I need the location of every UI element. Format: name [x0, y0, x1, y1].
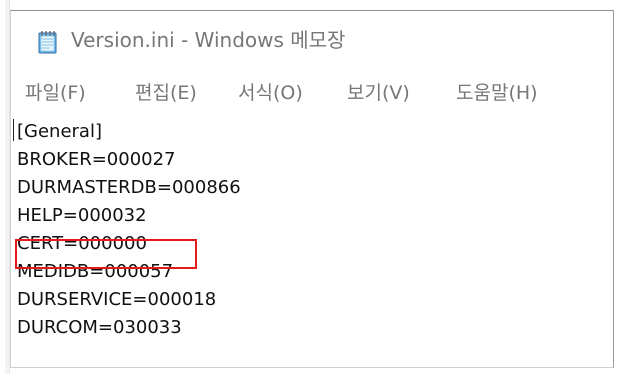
- menu-bar: 파일(F) 편집(E) 서식(O) 보기(V) 도움말(H): [11, 69, 613, 114]
- menu-file[interactable]: 파일(F): [25, 79, 86, 107]
- screenshot-stage: Version.ini - Windows 메모장 파일(F) 편집(E) 서식…: [0, 0, 624, 374]
- title-bar[interactable]: Version.ini - Windows 메모장: [11, 11, 613, 69]
- editor-line-cert: CERT=000000: [17, 233, 147, 254]
- notepad-icon: [38, 31, 57, 54]
- menu-edit[interactable]: 편집(E): [135, 79, 197, 107]
- menu-format[interactable]: 서식(O): [238, 79, 303, 107]
- editor-line-general: [General]: [17, 121, 102, 142]
- menu-view[interactable]: 보기(V): [347, 79, 410, 107]
- editor-line-durmasterdb: DURMASTERDB=000866: [17, 177, 241, 198]
- menu-help[interactable]: 도움말(H): [456, 79, 538, 107]
- notepad-window: Version.ini - Windows 메모장 파일(F) 편집(E) 서식…: [10, 10, 614, 368]
- editor-line-durcom: DURCOM=030033: [17, 317, 182, 338]
- text-cursor: [13, 119, 14, 141]
- editor-line-broker: BROKER=000027: [17, 149, 176, 170]
- text-editor-area[interactable]: [General] BROKER=000027 DURMASTERDB=0008…: [13, 114, 611, 365]
- window-title: Version.ini - Windows 메모장: [71, 28, 346, 52]
- editor-line-medidb: MEDIDB=000057: [17, 261, 174, 282]
- editor-line-durservice: DURSERVICE=000018: [17, 289, 217, 310]
- editor-line-help: HELP=000032: [17, 205, 147, 226]
